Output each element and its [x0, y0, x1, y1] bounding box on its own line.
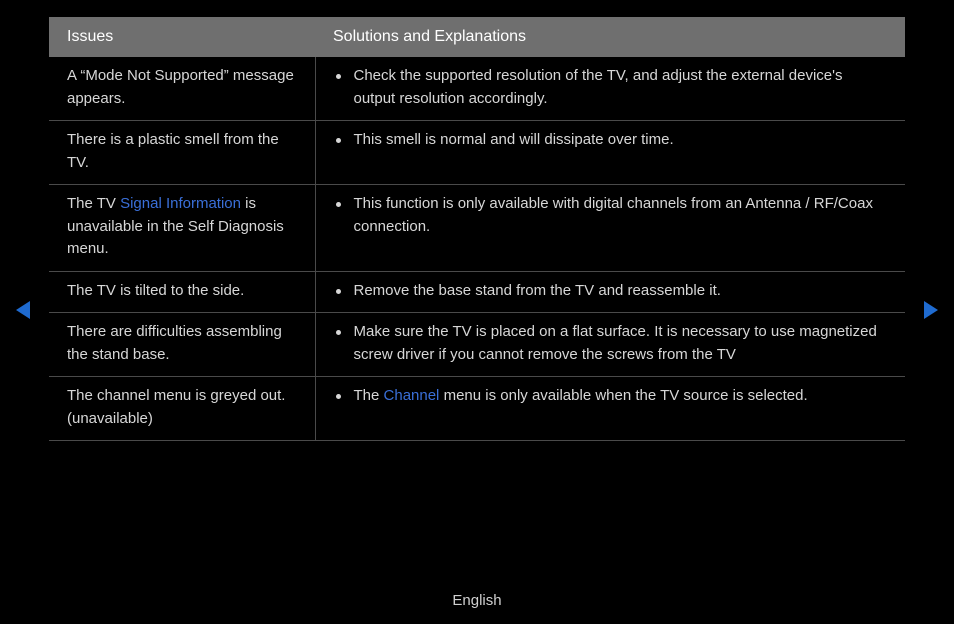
solution-text: Check the supported resolution of the TV… [354, 67, 843, 107]
solution-list: Remove the base stand from the TV and re… [334, 280, 888, 303]
solution-cell: This smell is normal and will dissipate … [315, 121, 905, 185]
table-row: There are difficulties assembling the st… [49, 313, 905, 377]
issue-cell: The channel menu is greyed out. (unavail… [49, 377, 315, 441]
table-row: The TV Signal Information is unavailable… [49, 185, 905, 272]
table-body: A “Mode Not Supported” message appears. C… [49, 57, 905, 441]
page-footer: English [0, 590, 954, 613]
issue-cell: There is a plastic smell from the TV. [49, 121, 315, 185]
solution-cell: This function is only available with dig… [315, 185, 905, 272]
solution-item: This smell is normal and will dissipate … [334, 129, 888, 152]
col-header-issues: Issues [49, 17, 315, 57]
solution-cell: Remove the base stand from the TV and re… [315, 271, 905, 313]
solution-text: This function is only available with dig… [354, 195, 873, 235]
prev-page-button[interactable] [14, 300, 32, 320]
issue-text: The channel menu is greyed out. (unavail… [67, 387, 285, 427]
solution-item: The Channel menu is only available when … [334, 385, 888, 408]
solution-item: Remove the base stand from the TV and re… [334, 280, 888, 303]
troubleshooting-table-container: Issues Solutions and Explanations A “Mod… [49, 17, 905, 441]
issue-cell: A “Mode Not Supported” message appears. [49, 57, 315, 121]
solution-list: This smell is normal and will dissipate … [334, 129, 888, 152]
solution-text: menu is only available when the TV sourc… [439, 387, 807, 404]
troubleshooting-table: Issues Solutions and Explanations A “Mod… [49, 17, 905, 441]
solution-list: The Channel menu is only available when … [334, 385, 888, 408]
issue-text: The TV is tilted to the side. [67, 282, 244, 299]
table-row: A “Mode Not Supported” message appears. C… [49, 57, 905, 121]
manual-page: Issues Solutions and Explanations A “Mod… [0, 0, 954, 624]
solution-item: Check the supported resolution of the TV… [334, 65, 888, 110]
solution-list: This function is only available with dig… [334, 193, 888, 238]
next-page-button[interactable] [922, 300, 940, 320]
issue-text: There are difficulties assembling the st… [67, 323, 282, 363]
solution-text: This smell is normal and will dissipate … [354, 131, 674, 148]
issue-cell: There are difficulties assembling the st… [49, 313, 315, 377]
solution-list: Check the supported resolution of the TV… [334, 65, 888, 110]
issue-text: There is a plastic smell from the TV. [67, 131, 279, 171]
issue-cell: The TV Signal Information is unavailable… [49, 185, 315, 272]
triangle-right-icon [922, 300, 940, 320]
col-header-solutions: Solutions and Explanations [315, 17, 905, 57]
language-label: English [452, 592, 501, 609]
solution-item: Make sure the TV is placed on a flat sur… [334, 321, 888, 366]
issue-text: The TV [67, 195, 120, 212]
solution-text: Remove the base stand from the TV and re… [354, 282, 721, 299]
issue-cell: The TV is tilted to the side. [49, 271, 315, 313]
solution-highlight: Channel [384, 387, 440, 404]
table-row: The TV is tilted to the side. Remove the … [49, 271, 905, 313]
solution-text: The [354, 387, 384, 404]
solution-list: Make sure the TV is placed on a flat sur… [334, 321, 888, 366]
table-row: There is a plastic smell from the TV. Thi… [49, 121, 905, 185]
solution-cell: The Channel menu is only available when … [315, 377, 905, 441]
issue-highlight: Signal Information [120, 195, 241, 212]
solution-cell: Make sure the TV is placed on a flat sur… [315, 313, 905, 377]
solution-item: This function is only available with dig… [334, 193, 888, 238]
issue-text: A “Mode Not Supported” message appears. [67, 67, 294, 107]
solution-cell: Check the supported resolution of the TV… [315, 57, 905, 121]
triangle-left-icon [14, 300, 32, 320]
table-row: The channel menu is greyed out. (unavail… [49, 377, 905, 441]
solution-text: Make sure the TV is placed on a flat sur… [354, 323, 877, 363]
